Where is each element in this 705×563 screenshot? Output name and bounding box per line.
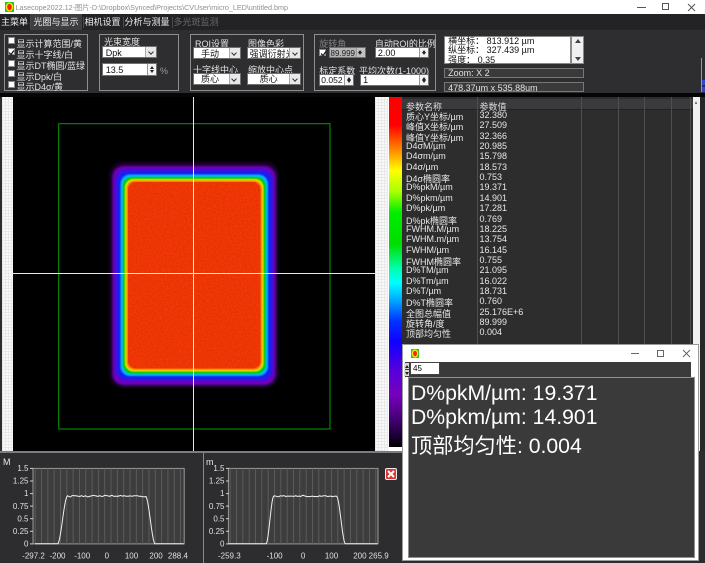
svg-text:0.25: 0.25 — [13, 527, 29, 536]
svg-text:0.5: 0.5 — [213, 514, 225, 523]
svg-text:-100: -100 — [267, 552, 284, 561]
svg-text:1.5: 1.5 — [213, 464, 225, 473]
svg-text:-100: -100 — [74, 552, 91, 561]
svg-text:0: 0 — [105, 552, 110, 561]
svg-text:100: 100 — [125, 552, 139, 561]
svg-text:0.75: 0.75 — [13, 502, 29, 511]
svg-text:-297.2: -297.2 — [22, 552, 45, 561]
svg-text:0: 0 — [220, 540, 225, 549]
svg-text:0.5: 0.5 — [17, 514, 29, 523]
svg-text:1.5: 1.5 — [17, 464, 29, 473]
svg-text:288.4: 288.4 — [168, 552, 189, 561]
svg-text:200: 200 — [353, 552, 367, 561]
svg-text:M: M — [3, 457, 11, 467]
svg-text:0: 0 — [301, 552, 306, 561]
svg-text:0: 0 — [24, 540, 29, 549]
svg-text:m: m — [206, 457, 214, 467]
svg-text:100: 100 — [325, 552, 339, 561]
svg-text:0.25: 0.25 — [209, 527, 225, 536]
svg-text:-259.3: -259.3 — [218, 552, 241, 561]
svg-text:1.25: 1.25 — [209, 477, 225, 486]
svg-text:200: 200 — [149, 552, 163, 561]
svg-text:1.25: 1.25 — [13, 477, 29, 486]
svg-text:1: 1 — [24, 489, 29, 498]
svg-text:1: 1 — [220, 489, 225, 498]
svg-text:0.75: 0.75 — [209, 502, 225, 511]
svg-text:-200: -200 — [49, 552, 66, 561]
svg-text:265.9: 265.9 — [369, 552, 390, 561]
